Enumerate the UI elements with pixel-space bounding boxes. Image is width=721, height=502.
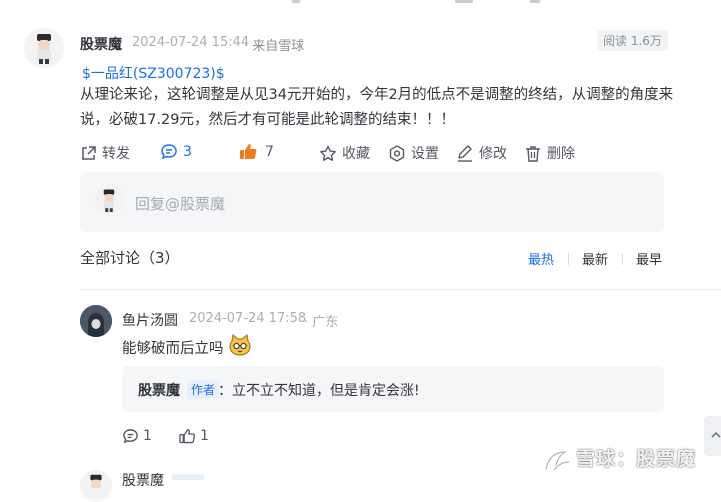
- stock-link[interactable]: $一品红(SZ300723)$: [82, 63, 225, 83]
- reply-author-name[interactable]: 股票魔: [138, 380, 180, 400]
- comment-reply-count: 1: [143, 428, 152, 444]
- settings-button[interactable]: 设置: [388, 143, 439, 163]
- divider: [622, 253, 623, 265]
- pencil-icon: [458, 144, 472, 162]
- star-icon: [320, 145, 336, 161]
- favorite-button[interactable]: 收藏: [319, 143, 370, 163]
- previous-content-edge: [0, 0, 721, 6]
- hooded-figure-avatar-icon: [80, 305, 112, 337]
- figure-avatar-icon: [37, 34, 51, 64]
- like-button[interactable]: 7: [239, 143, 274, 160]
- comment-location: · 广东: [304, 315, 339, 330]
- cat-emoji-icon: [229, 334, 251, 360]
- watermark-text: 雪球：股票魔: [576, 448, 697, 470]
- repost-button[interactable]: 转发: [80, 143, 130, 163]
- figure-avatar-icon: [103, 189, 115, 212]
- current-user-avatar: [94, 185, 124, 215]
- author-tag: 作者: [187, 380, 220, 399]
- favorite-label: 收藏: [342, 146, 370, 162]
- thumbs-up-icon: [179, 428, 196, 444]
- comment-button[interactable]: 3: [160, 143, 192, 160]
- post-time: 2024-07-24 15:44: [132, 35, 250, 50]
- reply-text: ：立不立不知道，但是肯定会涨!: [218, 383, 420, 399]
- next-commenter-name[interactable]: 股票魔: [122, 470, 164, 490]
- next-commenter-avatar[interactable]: [80, 470, 112, 502]
- share-icon: [82, 145, 96, 160]
- comment-reply-button[interactable]: 1: [122, 428, 152, 444]
- reply-placeholder: 回复@股票魔: [135, 195, 226, 213]
- sort-oldest[interactable]: 最早: [636, 249, 662, 268]
- post-author-name[interactable]: 股票魔: [80, 34, 122, 54]
- divider-line: [80, 289, 721, 290]
- watermark: 雪球：股票魔: [543, 444, 696, 473]
- comment-bubble-icon: [123, 429, 138, 444]
- commenter-name[interactable]: 鱼片汤圆: [122, 310, 178, 330]
- edit-button[interactable]: 修改: [456, 143, 507, 163]
- commenter-avatar[interactable]: [80, 305, 112, 337]
- divider: [568, 253, 569, 265]
- comment-text: 能够破而后立吗: [122, 341, 224, 357]
- sort-hot[interactable]: 最热: [528, 249, 554, 268]
- gear-icon: [389, 144, 405, 162]
- like-count: 7: [265, 143, 274, 160]
- post-body: 从理论来论，这轮调整是从见34元开始的，今年2月的低点不是调整的终结，从调整的角…: [80, 87, 674, 128]
- delete-label: 删除: [547, 146, 575, 162]
- discussion-title: 全部讨论（3）: [80, 249, 180, 267]
- author-avatar[interactable]: [24, 28, 64, 68]
- comment-bubble-icon: [161, 144, 177, 160]
- nested-reply: 股票魔 作者 ：立不立不知道，但是肯定会涨!: [122, 366, 664, 412]
- figure-avatar-icon: [90, 474, 102, 489]
- snowball-logo-icon: [544, 449, 571, 471]
- comment-like-button[interactable]: 1: [178, 428, 209, 444]
- reply-input-box[interactable]: 回复@股票魔: [80, 172, 664, 232]
- settings-label: 设置: [411, 146, 439, 162]
- post-source: · 来自雪球: [244, 39, 305, 54]
- chevron-up-icon: [711, 431, 721, 438]
- thumbs-up-icon: [240, 144, 257, 159]
- delete-button[interactable]: 删除: [524, 143, 575, 163]
- trash-icon: [526, 145, 540, 162]
- comment-like-count: 1: [200, 428, 209, 444]
- sort-newest[interactable]: 最新: [582, 249, 608, 268]
- back-to-top-button[interactable]: [704, 416, 721, 456]
- comment-time: 2024-07-24 17:58: [189, 311, 307, 326]
- read-count-badge: 阅读 1.6万: [597, 30, 668, 51]
- repost-label: 转发: [102, 146, 130, 162]
- edit-label: 修改: [479, 146, 507, 162]
- author-tag: [172, 474, 204, 480]
- comment-count: 3: [183, 143, 192, 160]
